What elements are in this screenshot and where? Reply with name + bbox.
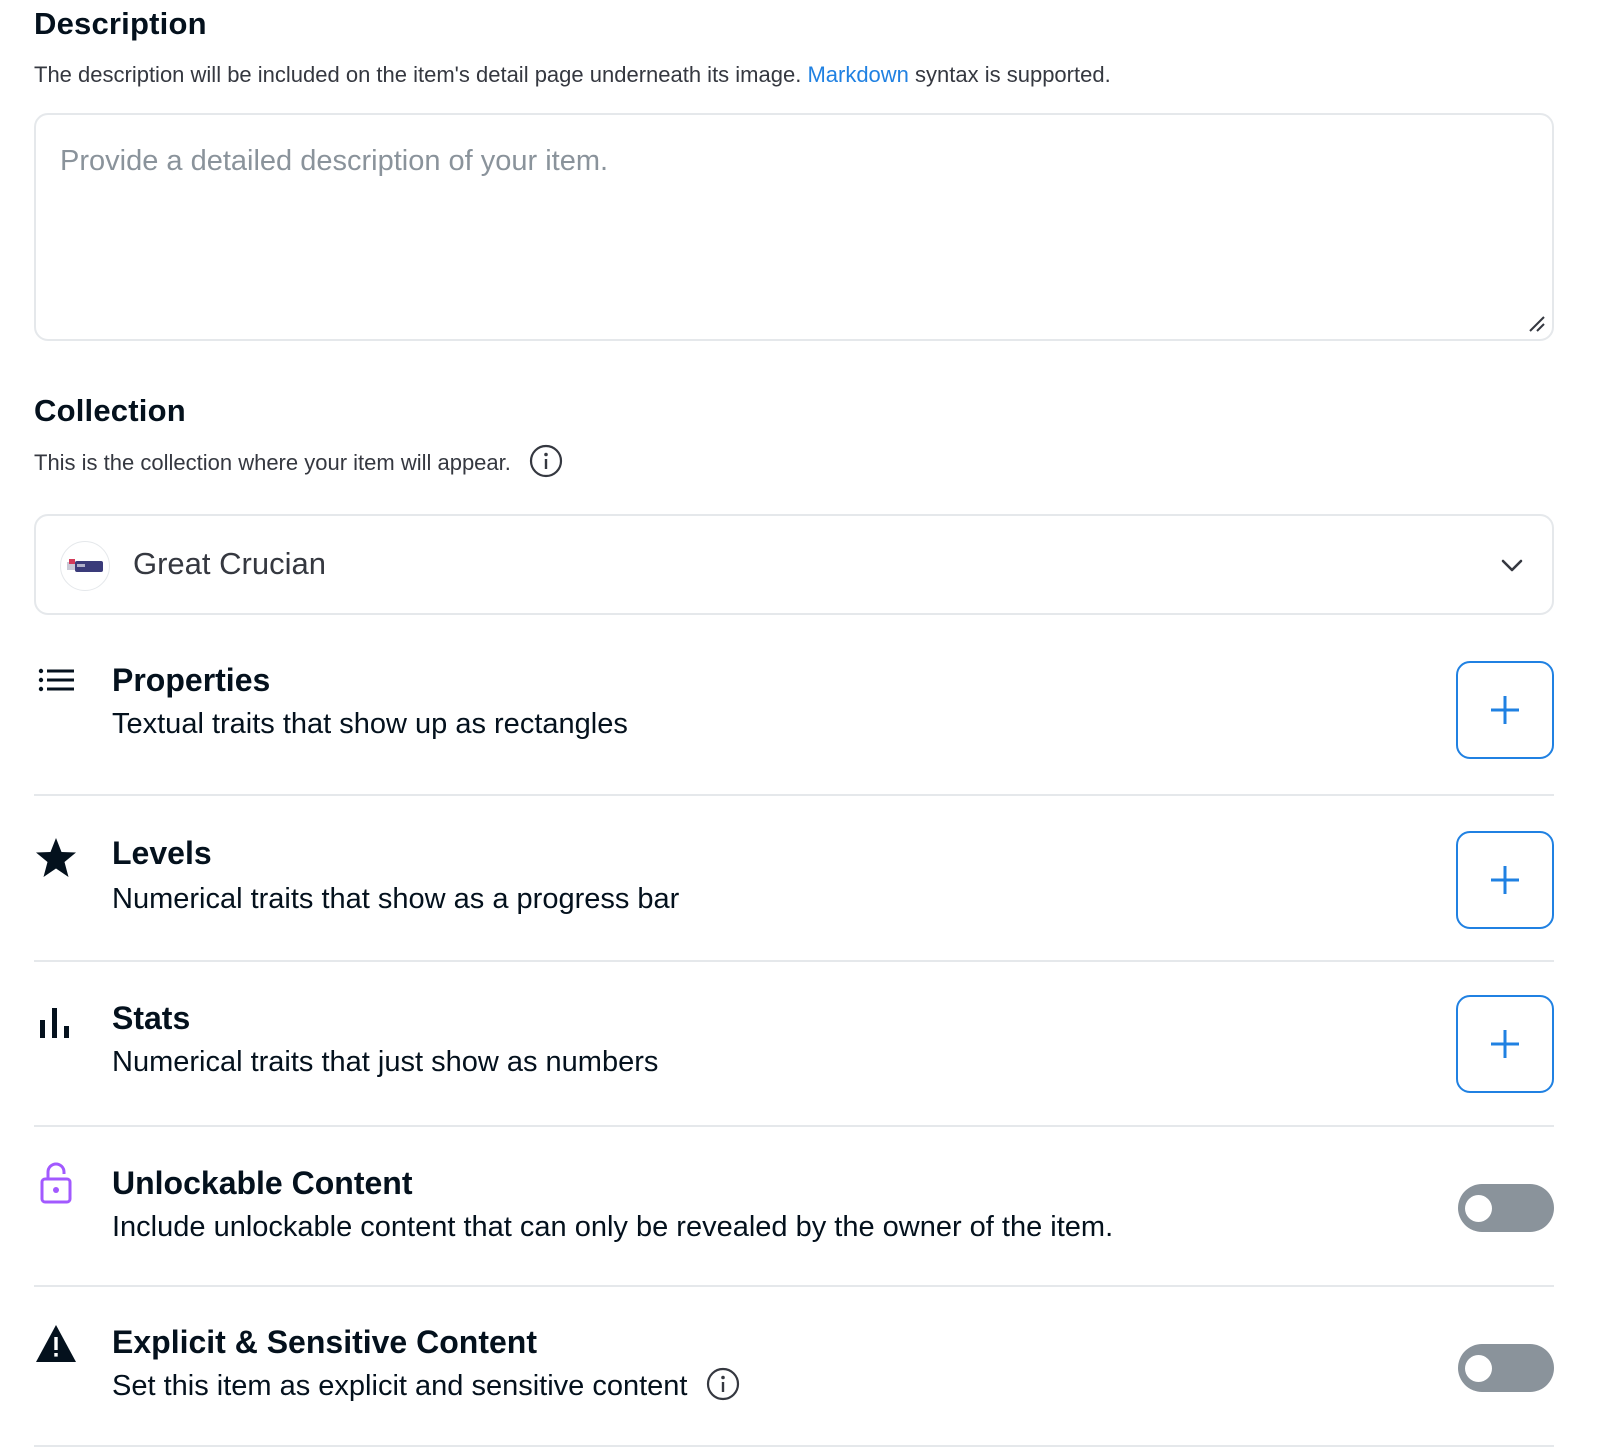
plus-icon <box>1491 1030 1519 1058</box>
list-icon <box>38 668 74 692</box>
resize-handle-icon[interactable] <box>1528 315 1546 333</box>
explicit-content-title: Explicit & Sensitive Content <box>112 1324 537 1360</box>
create-item-form: Description The description will be incl… <box>0 0 1615 1453</box>
unlockable-content-description: Include unlockable content that can only… <box>112 1211 1114 1243</box>
explicit-content-row: Explicit & Sensitive Content Set this it… <box>34 1285 1554 1447</box>
warning-icon <box>36 1325 76 1362</box>
properties-description: Textual traits that show up as rectangle… <box>112 708 628 740</box>
info-icon[interactable] <box>529 444 563 478</box>
properties-title: Properties <box>112 662 271 698</box>
plus-icon <box>1491 696 1519 724</box>
stats-description: Numerical traits that just show as numbe… <box>112 1046 659 1078</box>
markdown-link[interactable]: Markdown <box>807 62 908 87</box>
description-textarea[interactable] <box>36 115 1552 339</box>
toggle-knob <box>1465 1355 1492 1382</box>
add-properties-button[interactable] <box>1456 661 1554 759</box>
stats-row: Stats Numerical traits that just show as… <box>34 960 1554 1127</box>
collection-avatar <box>60 541 110 591</box>
levels-description: Numerical traits that show as a progress… <box>112 883 680 915</box>
collection-title: Collection <box>34 393 186 428</box>
description-subtitle: The description will be included on the … <box>34 62 1111 88</box>
collection-subtitle: This is the collection where your item w… <box>34 445 563 478</box>
description-title: Description <box>34 6 207 41</box>
explicit-content-toggle[interactable] <box>1458 1344 1554 1392</box>
toggle-knob <box>1465 1195 1492 1222</box>
stats-title: Stats <box>112 1000 191 1036</box>
collection-logo-icon <box>67 559 103 572</box>
properties-row: Properties Textual traits that show up a… <box>34 650 1554 796</box>
description-subtitle-text-end: syntax is supported. <box>908 62 1111 87</box>
lock-icon <box>40 1162 72 1204</box>
explicit-content-description: Set this item as explicit and sensitive … <box>112 1370 688 1402</box>
description-subtitle-text: The description will be included on the … <box>34 62 808 87</box>
explicit-content-description-line: Set this item as explicit and sensitive … <box>112 1367 740 1403</box>
unlockable-content-row: Unlockable Content Include unlockable co… <box>34 1125 1554 1287</box>
levels-row: Levels Numerical traits that show as a p… <box>34 794 1554 962</box>
bar-chart-icon <box>40 1008 69 1038</box>
unlockable-content-title: Unlockable Content <box>112 1165 413 1201</box>
add-stats-button[interactable] <box>1456 995 1554 1093</box>
levels-title: Levels <box>112 835 212 871</box>
collection-subtitle-text: This is the collection where your item w… <box>34 450 511 475</box>
chevron-down-icon <box>1501 559 1523 572</box>
info-icon[interactable] <box>706 1367 740 1401</box>
plus-icon <box>1491 866 1519 894</box>
description-textarea-container <box>34 113 1554 341</box>
unlockable-content-toggle[interactable] <box>1458 1184 1554 1232</box>
star-icon <box>36 838 76 877</box>
add-levels-button[interactable] <box>1456 831 1554 929</box>
collection-select-value: Great Crucian <box>133 546 326 581</box>
collection-select[interactable]: Great Crucian <box>34 514 1554 615</box>
